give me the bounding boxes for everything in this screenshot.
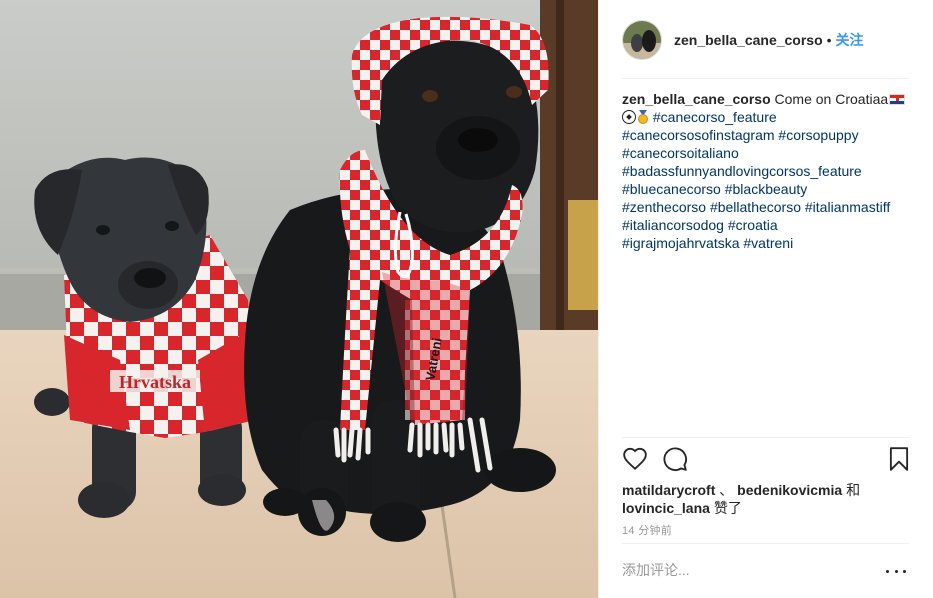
dogs-photo: Hrvatska Vatreni [0,0,598,598]
liker-link[interactable]: bedenikovicmia [737,482,842,498]
hashtag-link[interactable]: #canecorso_feature [653,109,777,125]
caption-first-line: zen_bella_cane_corso Come on Croatiaa [622,90,914,108]
more-dot [894,569,898,573]
follow-button[interactable]: 关注 [836,30,864,50]
post-caption: zen_bella_cane_corso Come on Croatiaa #c… [622,90,914,252]
post-author[interactable]: zen_bella_cane_corso [674,32,823,48]
post-photo[interactable]: Hrvatska Vatreni [0,0,598,598]
hashtag-line[interactable]: #canecorsosofinstagram #corsopuppy [622,126,914,144]
actions-divider [622,437,909,438]
liked-suffix: 赞了 [713,500,742,516]
liker-separator: 、 [719,482,734,498]
croatia-flag-icon [889,94,906,105]
more-dot [903,569,906,573]
medal-icon [637,110,649,124]
soccer-ball-icon [622,110,636,124]
likes-summary: matildarycroft 、 bedenikovicmia 和 lovinc… [622,481,912,517]
liker-and: 和 [846,482,861,498]
caption-second-line: #canecorso_feature [622,108,914,126]
hashtag-line[interactable]: #badassfunnyandlovingcorsos_feature [622,162,914,180]
post-header: zen_bella_cane_corso • 关注 [599,0,933,79]
hashtag-line[interactable]: #italiancorsodog #croatia [622,216,914,234]
comment-icon[interactable] [662,446,690,474]
hashtag-line[interactable]: #canecorsoitaliano [622,144,914,162]
more-dot [886,569,889,573]
more-icon[interactable] [886,561,906,581]
bookmark-icon[interactable] [886,446,914,474]
hashtag-line[interactable]: #zenthecorso #bellathecorso #italianmast… [622,198,914,216]
jersey-text: Hrvatska [119,372,191,392]
caption-username[interactable]: zen_bella_cane_corso [622,91,771,107]
avatar[interactable] [622,19,662,60]
liker-link[interactable]: matildarycroft [622,482,715,498]
heart-icon[interactable] [622,446,650,474]
separator-dot: • [826,31,832,48]
hashtag-line[interactable]: #igrajmojahrvatska #vatreni [622,234,914,252]
comment-divider [622,543,909,544]
header-divider [622,78,909,79]
post-timestamp[interactable]: 14 分钟前 [622,522,672,538]
comment-input[interactable] [622,562,862,578]
liker-link[interactable]: lovincic_lana [622,500,710,516]
hashtag-line[interactable]: #bluecanecorso #blackbeauty [622,180,914,198]
caption-text: Come on Croatiaa [770,91,889,107]
post-sidebar: zen_bella_cane_corso • 关注 zen_bella_cane… [598,0,933,598]
action-bar [622,446,912,476]
